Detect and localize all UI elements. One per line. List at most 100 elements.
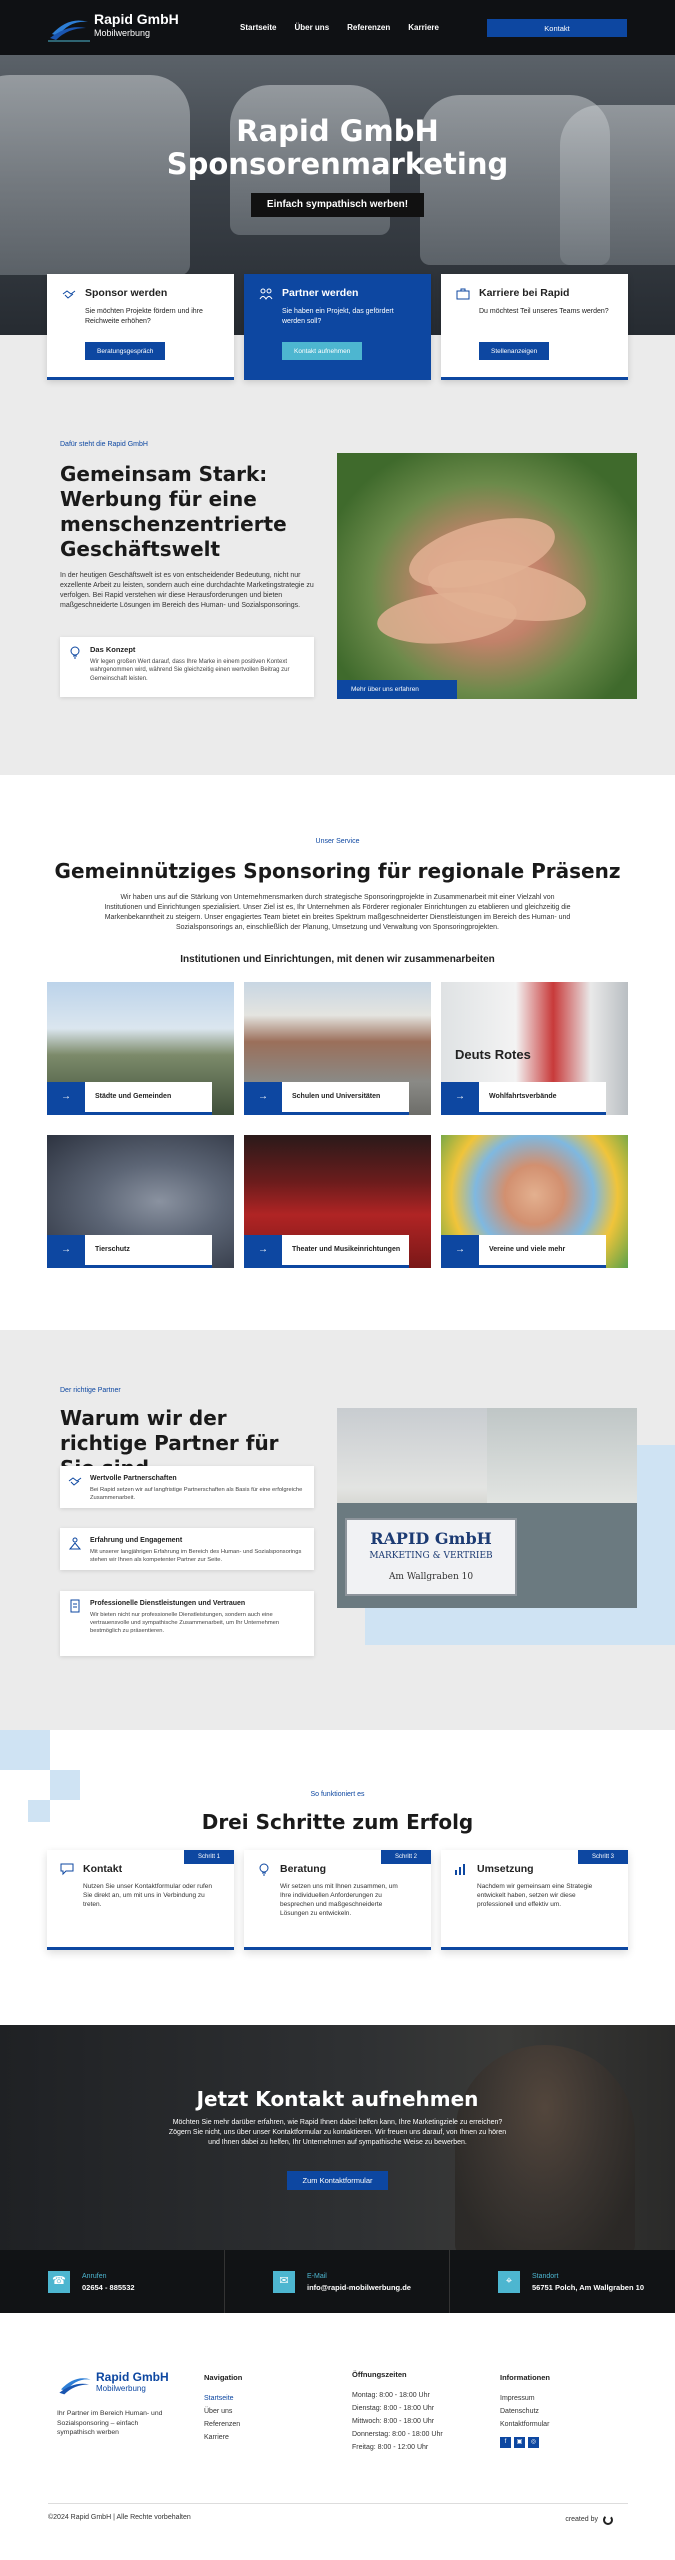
tile-wohlfahrt[interactable]: Deuts Rotes → Wohlfahrtsverbände xyxy=(441,982,628,1115)
instagram-icon[interactable]: ◎ xyxy=(528,2436,539,2448)
lightbulb-icon xyxy=(259,1863,269,1876)
nav-karriere[interactable]: Karriere xyxy=(408,22,439,33)
info-value: 56751 Polch, Am Wallgraben 10 xyxy=(532,2283,644,2292)
info-email[interactable]: ✉ E-Mail info@rapid-mobilwerbung.de xyxy=(225,2250,450,2313)
footer-link-karriere[interactable]: Karriere xyxy=(204,2431,242,2444)
footer-link-referenzen[interactable]: Referenzen xyxy=(204,2418,242,2431)
tile-vereine[interactable]: → Vereine und viele mehr xyxy=(441,1135,628,1268)
info-location[interactable]: ⌖ Standort 56751 Polch, Am Wallgraben 10 xyxy=(450,2250,675,2313)
social-links: f ▣ ◎ xyxy=(500,2436,550,2448)
created-by[interactable]: created by xyxy=(565,2515,613,2525)
step-card: Schritt 3 Umsetzung Nachdem wir gemeinsa… xyxy=(441,1850,628,1950)
sign-line2: MARKETING & VERTRIEB xyxy=(369,1551,493,1562)
footer-logo[interactable]: Rapid GmbH Mobilwerbung xyxy=(57,2368,169,2396)
kontakt-aufnehmen-button[interactable]: Kontakt aufnehmen xyxy=(282,342,363,360)
arrow-right-icon: → xyxy=(244,1235,282,1265)
footer-link-kontaktformular[interactable]: Kontaktformular xyxy=(500,2418,550,2431)
hours-row: Mittwoch: 8:00 - 18:00 Uhr xyxy=(352,2417,435,2425)
tile-schulen[interactable]: → Schulen und Universitäten xyxy=(244,982,431,1115)
tile-sign-text: Deuts Rotes xyxy=(455,1047,531,1062)
steps-kicker: So funktioniert es xyxy=(310,1791,365,1798)
contact-title: Jetzt Kontakt aufnehmen xyxy=(196,2087,479,2111)
mail-icon: ✉ xyxy=(273,2271,295,2293)
services-kicker: Unser Service xyxy=(315,838,360,845)
about-title: Gemeinsam Stark: Werbung für eine mensch… xyxy=(60,462,287,561)
lightbulb-icon xyxy=(70,646,80,659)
linkedin-icon[interactable]: ▣ xyxy=(514,2436,525,2448)
stellenanzeigen-button[interactable]: Stellenanzeigen xyxy=(479,342,550,360)
tile-label: Vereine und viele mehr xyxy=(489,1246,566,1254)
services-section: Unser Service Gemeinnütziges Sponsoring … xyxy=(0,775,675,1330)
tile-staedte[interactable]: → Städte und Gemeinden xyxy=(47,982,234,1115)
info-label: E-Mail xyxy=(307,2273,327,2280)
footer-nav-title: Navigation xyxy=(204,2373,243,2382)
feature-card-title: Partner werden xyxy=(282,287,359,299)
contact-form-button[interactable]: Zum Kontaktformular xyxy=(287,2171,388,2190)
feature-card-text: Du möchtest Teil unseres Teams werden? xyxy=(479,307,609,315)
main-nav: Startseite Über uns Referenzen Karriere xyxy=(240,22,439,33)
footer-logo-subline: Mobilwerbung xyxy=(96,2383,146,2393)
bar-chart-icon xyxy=(455,1864,465,1875)
copyright: ©2024 Rapid GmbH | Alle Rechte vorbehalt… xyxy=(48,2514,191,2521)
feature-card-text: Sie möchten Projekte fördern und ihre Re… xyxy=(85,307,203,325)
handshake-icon xyxy=(62,290,76,299)
nav-referenzen[interactable]: Referenzen xyxy=(347,22,390,33)
step-badge: Schritt 2 xyxy=(381,1850,431,1864)
step-title: Beratung xyxy=(280,1863,327,1875)
handshake-icon xyxy=(68,1477,82,1486)
info-phone[interactable]: ☎ Anrufen 02654 - 885532 xyxy=(0,2250,225,2313)
hero-title-line1: Rapid GmbH xyxy=(236,114,439,148)
tile-label: Schulen und Universitäten xyxy=(292,1093,381,1101)
about-body: In der heutigen Geschäftswelt ist es von… xyxy=(60,572,314,609)
people-icon xyxy=(68,1537,82,1550)
logo[interactable]: Rapid GmbH Mobilwerbung xyxy=(48,8,179,42)
footer-link-ueber-uns[interactable]: Über uns xyxy=(204,2405,242,2418)
feature-card-title: Karriere bei Rapid xyxy=(479,287,570,299)
tile-label: Wohlfahrtsverbände xyxy=(489,1093,557,1101)
hours-row: Montag: 8:00 - 18:00 Uhr xyxy=(352,2391,430,2399)
footer-link-datenschutz[interactable]: Datenschutz xyxy=(500,2405,550,2418)
feature-card-text: Sie haben ein Projekt, das gefördert wer… xyxy=(282,307,394,325)
footer-link-impressum[interactable]: Impressum xyxy=(500,2392,550,2405)
header-contact-button[interactable]: Kontakt xyxy=(487,19,627,37)
tile-label: Städte und Gemeinden xyxy=(95,1093,172,1101)
step-text: Nutzen Sie unser Kontaktformular oder ru… xyxy=(83,1882,212,1908)
site-header: Rapid GmbH Mobilwerbung Startseite Über … xyxy=(0,0,675,55)
concept-title: Das Konzept xyxy=(90,645,136,654)
concept-box: Das Konzept Wir legen großen Wert darauf… xyxy=(60,637,314,697)
beratungsgespraech-button[interactable]: Beratungsgespräch xyxy=(85,342,166,360)
footer-divider xyxy=(48,2503,628,2504)
step-text: Nachdem wir gemeinsam eine Strategie ent… xyxy=(477,1882,593,1908)
footer-hours: Öffnungszeiten Montag: 8:00 - 18:00 Uhr … xyxy=(352,2370,443,2454)
arrow-right-icon: → xyxy=(441,1235,479,1265)
partner-item-title: Professionelle Dienstleistungen und Vert… xyxy=(90,1600,246,1607)
facebook-icon[interactable]: f xyxy=(500,2436,511,2448)
hours-row: Dienstag: 8:00 - 18:00 Uhr xyxy=(352,2404,435,2412)
tile-tierschutz[interactable]: → Tierschutz xyxy=(47,1135,234,1268)
footer-link-startseite[interactable]: Startseite xyxy=(204,2392,242,2405)
tile-label: Theater und Musikeinrichtungen xyxy=(292,1246,401,1254)
partner-item-title: Erfahrung und Engagement xyxy=(90,1537,183,1544)
hours-row: Donnerstag: 8:00 - 18:00 Uhr xyxy=(352,2430,443,2438)
step-badge: Schritt 3 xyxy=(578,1850,628,1864)
more-about-us-button[interactable]: Mehr über uns erfahren xyxy=(337,680,457,699)
contact-section: Jetzt Kontakt aufnehmen Möchten Sie mehr… xyxy=(0,2025,675,2250)
tile-label: Tierschutz xyxy=(95,1246,130,1254)
briefcase-icon xyxy=(456,288,470,300)
nav-ueber-uns[interactable]: Über uns xyxy=(294,22,329,33)
about-kicker: Dafür steht die Rapid GmbH xyxy=(60,441,148,448)
hero-tagline: Einfach sympathisch werben! xyxy=(251,193,424,217)
footer-about: Ihr Partner im Bereich Human- und Sozial… xyxy=(57,2410,163,2436)
tile-theater[interactable]: → Theater und Musikeinrichtungen xyxy=(244,1135,431,1268)
step-title: Umsetzung xyxy=(477,1863,534,1875)
nav-startseite[interactable]: Startseite xyxy=(240,22,276,33)
hero-title-line2: Sponsorenmarketing xyxy=(166,147,509,181)
office-sign-image: RAPID GmbH MARKETING & VERTRIEB Am Wallg… xyxy=(337,1408,637,1608)
step-badge: Schritt 1 xyxy=(184,1850,234,1864)
logo-mark-icon xyxy=(59,2378,91,2395)
step-title: Kontakt xyxy=(83,1863,123,1875)
partner-kicker: Der richtige Partner xyxy=(60,1387,121,1394)
hero-title: Rapid GmbH Sponsorenmarketing xyxy=(0,115,675,181)
step-text: Wir setzen uns mit Ihnen zusammen, um Ih… xyxy=(280,1882,398,1917)
info-label: Standort xyxy=(532,2273,559,2280)
